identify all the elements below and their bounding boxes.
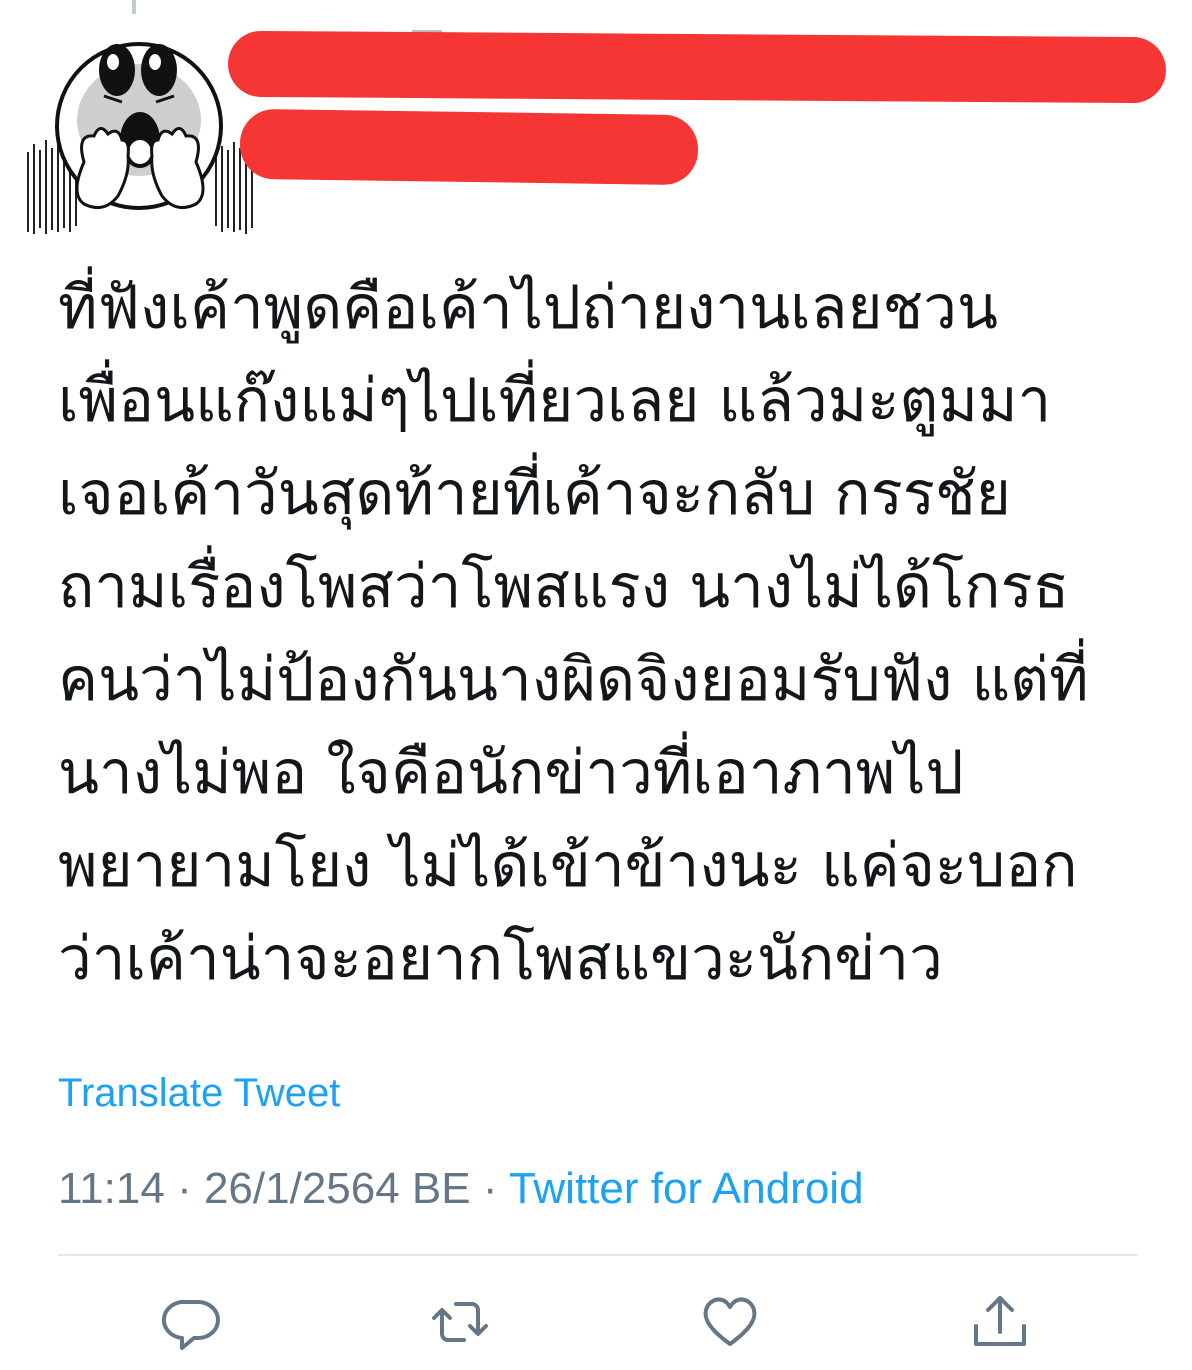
author-avatar[interactable]	[24, 22, 260, 242]
retweet-button[interactable]	[428, 1290, 492, 1354]
tweet-time: 11:14	[58, 1164, 165, 1213]
thread-line	[132, 0, 136, 14]
tweet-text-line: พยายามโยง ไม่ได้เข้าข้างนะ แค่จะบอก	[58, 831, 1078, 901]
tweet-source-link[interactable]: Twitter for Android	[509, 1164, 864, 1213]
meta-separator: ·	[164, 1164, 204, 1213]
tweet-text-line: คนว่าไม่ป้องกันนางผิดจิงยอมรับฟัง แต่ที่	[58, 645, 1089, 715]
divider	[58, 1254, 1138, 1256]
tweet-text-line: เจอเค้าวันสุดท้ายที่เค้าจะกลับ กรรชัย	[58, 459, 1011, 529]
meta-separator: ·	[470, 1164, 509, 1213]
like-button[interactable]	[698, 1290, 762, 1354]
reply-icon	[161, 1299, 220, 1350]
shocked-cartoon-face-icon	[27, 42, 253, 234]
tweet-text-line: เพื่อนแก๊งแม่ๆไปเที่ยวเลย แล้วมะตูมมา	[58, 366, 1052, 436]
retweet-icon	[432, 1302, 488, 1342]
heart-icon	[703, 1297, 757, 1346]
redacted-author-name	[227, 30, 1167, 104]
share-button[interactable]	[968, 1290, 1032, 1354]
tweet-text-line: นางไม่พอ ใจคือนักข่าวที่เอาภาพไป	[58, 738, 964, 808]
tweet-date: 26/1/2564 BE	[203, 1164, 471, 1213]
share-icon	[974, 1296, 1026, 1346]
tweet-text-line: ว่าเค้าน่าจะอยากโพสแขวะนักข่าว	[58, 924, 943, 994]
translate-tweet-link[interactable]: Translate Tweet	[58, 1068, 340, 1118]
tweet-text-line: ถามเรื่องโพสว่าโพสแรง นางไม่ได้โกรธ	[58, 552, 1070, 622]
tweet-text: ที่ฟังเค้าพูดคือเค้าไปถ่ายงานเลยชวน เพื่…	[58, 262, 1168, 1006]
redacted-author-handle	[239, 108, 699, 186]
tweet-text-line: ที่ฟังเค้าพูดคือเค้าไปถ่ายงานเลยชวน	[58, 273, 998, 343]
tweet-meta: 11:14 · 26/1/2564 BE · Twitter for Andro…	[58, 1162, 864, 1216]
reply-button[interactable]	[160, 1290, 224, 1354]
